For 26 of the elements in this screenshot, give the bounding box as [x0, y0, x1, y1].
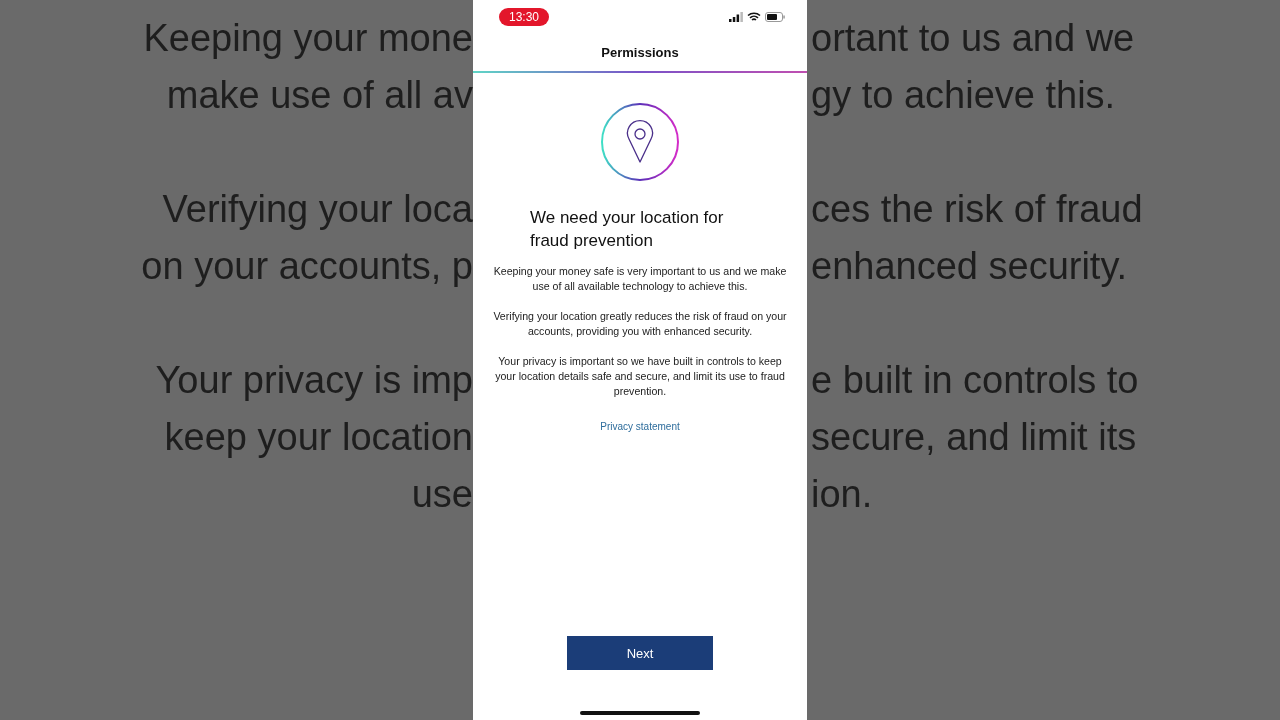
body-text: Your privacy is important so we have built in controls to keep your location details safe and secure, and limit its use to fraud prevention. [494, 354, 786, 399]
backdrop-text: on your accounts, p [141, 244, 473, 289]
body-text: Verifying your location greatly reduces the risk of fraud on your accounts, providing you with enhanced security. [492, 309, 788, 339]
wifi-icon [747, 12, 761, 22]
backdrop-text: Keeping your mone [143, 16, 473, 61]
clock-time: 13:30 [499, 8, 550, 26]
backdrop-text: secure, and limit its [810, 415, 1138, 460]
backdrop-text: ces the risk of fraud [810, 187, 1144, 232]
signal-icon [729, 12, 743, 22]
backdrop-text: ortant to us and we [810, 16, 1136, 61]
backdrop-text: keep your location [164, 415, 473, 460]
backdrop-text: use [411, 472, 473, 517]
location-pin-icon [600, 102, 680, 182]
body-text: Keeping your money safe is very important to us and we make use of all available technology to achieve this. [492, 264, 788, 294]
battery-icon [765, 12, 785, 22]
page-title: Permissions [473, 34, 807, 73]
heading: We need your location for fraud prevention [530, 207, 725, 252]
backdrop-text: enhanced security. [810, 244, 1129, 289]
privacy-link[interactable]: Privacy statement [600, 421, 680, 432]
backdrop-text: make use of all av [166, 73, 473, 118]
backdrop-text: Your privacy is imp [155, 358, 473, 403]
next-button[interactable]: Next [567, 636, 713, 670]
backdrop-text: Verifying your loca [162, 187, 473, 232]
backdrop-text: gy to achieve this. [810, 73, 1117, 118]
backdrop-text: e built in controls to [810, 358, 1140, 403]
backdrop-text: ion. [810, 472, 874, 517]
